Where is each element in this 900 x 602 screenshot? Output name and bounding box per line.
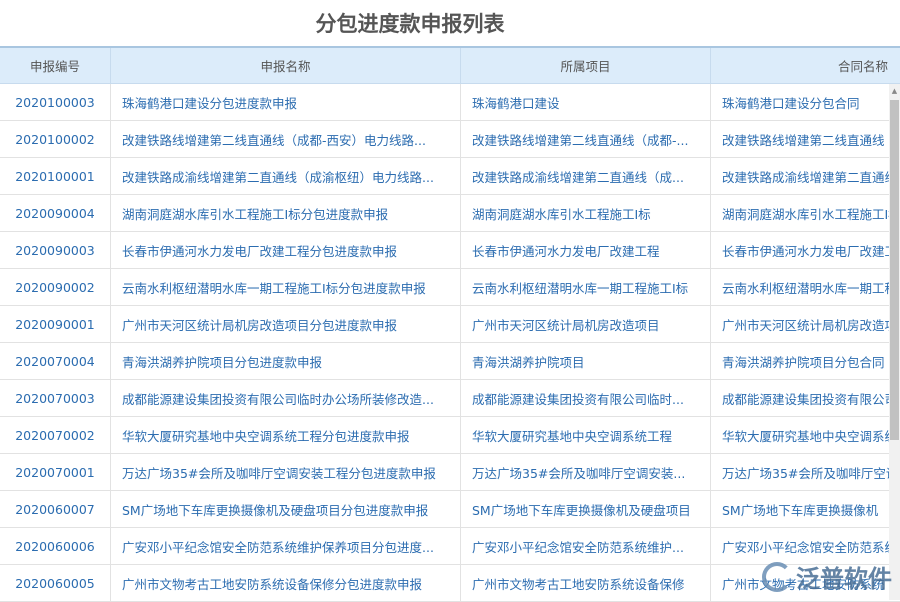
cell-id[interactable]: 2020070001 [0,454,111,490]
column-header-name[interactable]: 申报名称 [111,48,461,83]
table-row[interactable]: 2020070004青海洪湖养护院项目分包进度款申报青海洪湖养护院项目青海洪湖养… [0,343,900,380]
cell-contract[interactable]: SM广场地下车库更换摄像机 [711,491,900,527]
page-title: 分包进度款申报列表 [0,8,820,38]
column-header-id[interactable]: 申报编号 [0,48,111,83]
cell-project[interactable]: 长春市伊通河水力发电厂改建工程 [461,232,711,268]
vertical-scrollbar[interactable]: ▲ [889,84,900,600]
cell-contract[interactable]: 广州市天河区统计局机房改造项目 [711,306,900,342]
table-row[interactable]: 2020070002华软大厦研究基地中央空调系统工程分包进度款申报华软大厦研究基… [0,417,900,454]
table-row[interactable]: 2020090004湖南洞庭湖水库引水工程施工I标分包进度款申报湖南洞庭湖水库引… [0,195,900,232]
cell-project[interactable]: 华软大厦研究基地中央空调系统工程 [461,417,711,453]
cell-name[interactable]: 改建铁路成渝线增建第二直通线（成渝枢纽）电力线路... [111,158,461,194]
cell-contract[interactable]: 湖南洞庭湖水库引水工程施工I标 [711,195,900,231]
cell-name[interactable]: 广安邓小平纪念馆安全防范系统维护保养项目分包进度... [111,528,461,564]
cell-id[interactable]: 2020060007 [0,491,111,527]
cell-id[interactable]: 2020100001 [0,158,111,194]
cell-name[interactable]: 珠海鹤港口建设分包进度款申报 [111,84,461,120]
cell-contract[interactable]: 华软大厦研究基地中央空调系统 [711,417,900,453]
cell-project[interactable]: 成都能源建设集团投资有限公司临时... [461,380,711,416]
cell-contract[interactable]: 云南水利枢纽潜明水库一期工程 [711,269,900,305]
cell-id[interactable]: 2020090003 [0,232,111,268]
cell-contract[interactable]: 万达广场35#会所及咖啡厅空调 [711,454,900,490]
cell-name[interactable]: 青海洪湖养护院项目分包进度款申报 [111,343,461,379]
table-row[interactable]: 2020090002云南水利枢纽潜明水库一期工程施工I标分包进度款申报云南水利枢… [0,269,900,306]
cell-id[interactable]: 2020100002 [0,121,111,157]
cell-project[interactable]: 湖南洞庭湖水库引水工程施工I标 [461,195,711,231]
cell-project[interactable]: 青海洪湖养护院项目 [461,343,711,379]
cell-contract[interactable]: 成都能源建设集团投资有限公司 [711,380,900,416]
cell-contract[interactable]: 青海洪湖养护院项目分包合同 [711,343,900,379]
table-row[interactable]: 2020070003成都能源建设集团投资有限公司临时办公场所装修改造...成都能… [0,380,900,417]
table-row[interactable]: 2020100002改建铁路线增建第二线直通线（成都-西安）电力线路...改建铁… [0,121,900,158]
scrollbar-thumb[interactable] [890,100,899,440]
cell-name[interactable]: SM广场地下车库更换摄像机及硬盘项目分包进度款申报 [111,491,461,527]
table-row[interactable]: 2020060007SM广场地下车库更换摄像机及硬盘项目分包进度款申报SM广场地… [0,491,900,528]
cell-id[interactable]: 2020060006 [0,528,111,564]
cell-id[interactable]: 2020060005 [0,565,111,601]
cell-id[interactable]: 2020100003 [0,84,111,120]
table-row[interactable]: 2020100001改建铁路成渝线增建第二直通线（成渝枢纽）电力线路...改建铁… [0,158,900,195]
cell-name[interactable]: 华软大厦研究基地中央空调系统工程分包进度款申报 [111,417,461,453]
cell-project[interactable]: 改建铁路成渝线增建第二直通线（成... [461,158,711,194]
cell-project[interactable]: 广州市天河区统计局机房改造项目 [461,306,711,342]
cell-id[interactable]: 2020090002 [0,269,111,305]
cell-project[interactable]: 云南水利枢纽潜明水库一期工程施工I标 [461,269,711,305]
cell-project[interactable]: 广安邓小平纪念馆安全防范系统维护... [461,528,711,564]
cell-contract[interactable]: 长春市伊通河水力发电厂改建工程 [711,232,900,268]
cell-project[interactable]: 珠海鹤港口建设 [461,84,711,120]
cell-contract[interactable]: 改建铁路线增建第二线直通线 [711,121,900,157]
cell-id[interactable]: 2020070004 [0,343,111,379]
cell-id[interactable]: 2020070002 [0,417,111,453]
cell-name[interactable]: 改建铁路线增建第二线直通线（成都-西安）电力线路... [111,121,461,157]
cell-id[interactable]: 2020090001 [0,306,111,342]
logo-text: 泛普软件 [796,559,892,594]
cell-project[interactable]: 万达广场35#会所及咖啡厅空调安装... [461,454,711,490]
table-header: 申报编号 申报名称 所属项目 合同名称 [0,48,900,84]
cell-project[interactable]: SM广场地下车库更换摄像机及硬盘项目 [461,491,711,527]
cell-name[interactable]: 长春市伊通河水力发电厂改建工程分包进度款申报 [111,232,461,268]
cell-id[interactable]: 2020070003 [0,380,111,416]
table-row[interactable]: 2020100003珠海鹤港口建设分包进度款申报珠海鹤港口建设珠海鹤港口建设分包… [0,84,900,121]
column-header-contract[interactable]: 合同名称 [711,48,900,83]
cell-contract[interactable]: 珠海鹤港口建设分包合同 [711,84,900,120]
table-row[interactable]: 2020090001广州市天河区统计局机房改造项目分包进度款申报广州市天河区统计… [0,306,900,343]
cell-project[interactable]: 广州市文物考古工地安防系统设备保修 [461,565,711,601]
cell-id[interactable]: 2020090004 [0,195,111,231]
cell-name[interactable]: 湖南洞庭湖水库引水工程施工I标分包进度款申报 [111,195,461,231]
scroll-up-icon[interactable]: ▲ [889,84,900,98]
cell-contract[interactable]: 改建铁路成渝线增建第二直通线 [711,158,900,194]
table-row[interactable]: 2020070001万达广场35#会所及咖啡厅空调安装工程分包进度款申报万达广场… [0,454,900,491]
column-header-project[interactable]: 所属项目 [461,48,711,83]
cell-name[interactable]: 广州市天河区统计局机房改造项目分包进度款申报 [111,306,461,342]
watermark-logo: 泛普软件 [762,559,892,594]
cell-name[interactable]: 广州市文物考古工地安防系统设备保修分包进度款申报 [111,565,461,601]
logo-icon [762,562,792,592]
declaration-table: 申报编号 申报名称 所属项目 合同名称 2020100003珠海鹤港口建设分包进… [0,46,900,602]
cell-name[interactable]: 万达广场35#会所及咖啡厅空调安装工程分包进度款申报 [111,454,461,490]
cell-name[interactable]: 云南水利枢纽潜明水库一期工程施工I标分包进度款申报 [111,269,461,305]
table-row[interactable]: 2020090003长春市伊通河水力发电厂改建工程分包进度款申报长春市伊通河水力… [0,232,900,269]
cell-name[interactable]: 成都能源建设集团投资有限公司临时办公场所装修改造... [111,380,461,416]
cell-project[interactable]: 改建铁路线增建第二线直通线（成都-... [461,121,711,157]
